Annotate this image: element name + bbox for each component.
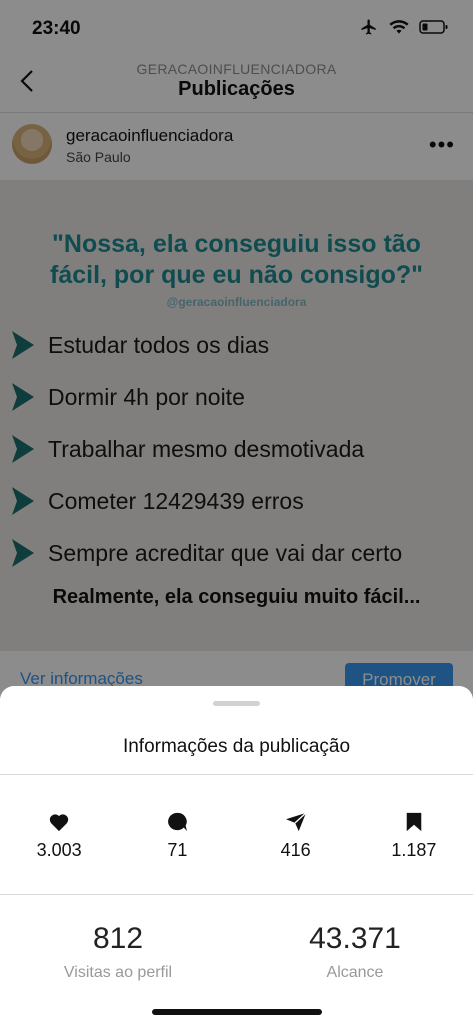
share-icon	[285, 812, 307, 832]
screen: 23:40 GERACAOINFLUENCIADORA Publicações …	[0, 0, 473, 1024]
sheet-grabber[interactable]	[213, 701, 260, 706]
reach-value: 43.371	[309, 922, 401, 955]
home-indicator[interactable]	[152, 1009, 322, 1015]
reach-label: Alcance	[326, 964, 384, 981]
stat-comments-value: 71	[167, 840, 188, 860]
stat-likes-value: 3.003	[36, 840, 82, 860]
reach-stat: 43.371 Alcance	[237, 922, 473, 982]
comment-icon	[168, 812, 188, 832]
divider	[0, 894, 473, 895]
stat-likes: 3.003	[0, 812, 118, 861]
profile-visits-label: Visitas ao perfil	[63, 964, 173, 981]
profile-visits-stat: 812 Visitas ao perfil	[0, 922, 236, 982]
heart-icon	[49, 814, 69, 832]
bookmark-icon	[406, 812, 422, 832]
sheet-title: Informações da publicação	[122, 736, 351, 757]
profile-visits-value: 812	[92, 922, 144, 955]
stat-comments: 71	[118, 812, 236, 861]
divider	[0, 774, 473, 775]
post-insights-sheet: Informações da publicação 3.003 71 416 1…	[0, 686, 473, 1024]
engagement-stats: 3.003 71 416 1.187	[0, 812, 473, 861]
stat-shares: 416	[237, 812, 355, 861]
stat-saves-value: 1.187	[391, 840, 437, 860]
stat-shares-value: 416	[280, 840, 311, 860]
stat-saves: 1.187	[355, 812, 473, 861]
